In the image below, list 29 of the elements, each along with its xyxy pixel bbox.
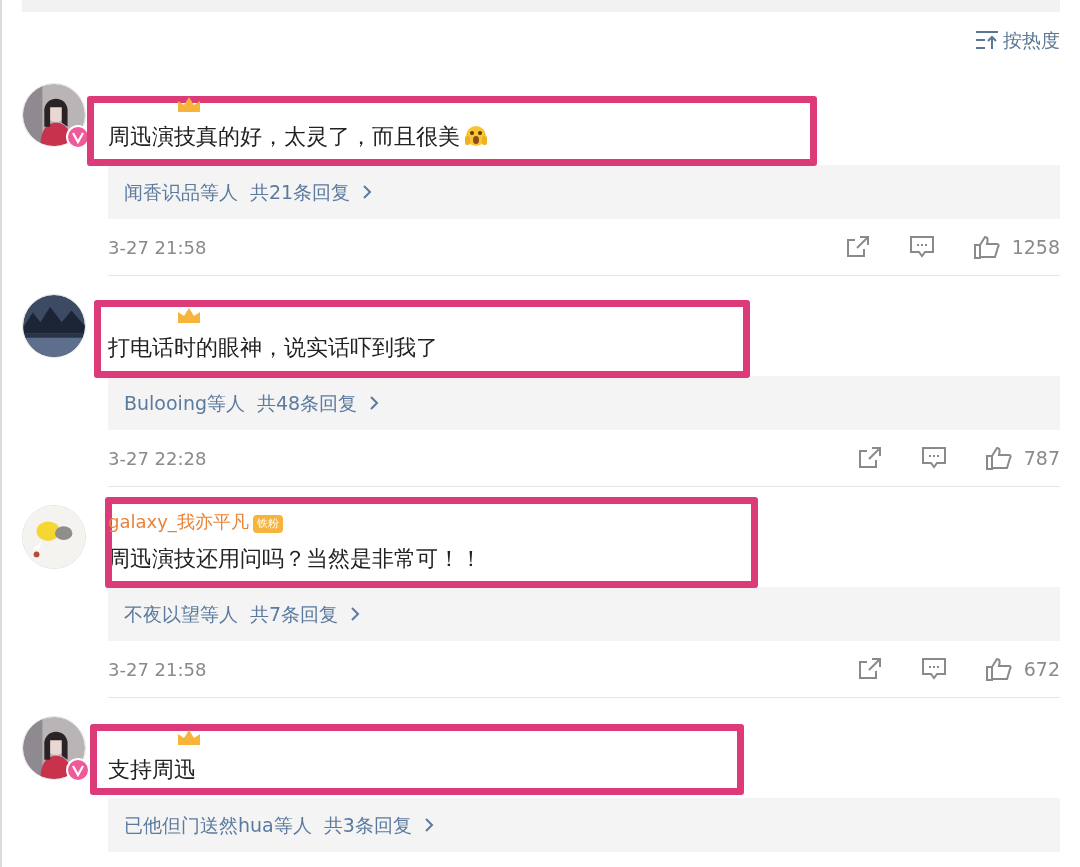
replies-link[interactable]: 闻香识品等人 共21条回复: [108, 165, 1060, 219]
comment-text: 打电话时的眼神，说实话吓到我了: [108, 333, 438, 362]
thumbs-up-icon: [985, 657, 1012, 681]
replies-link[interactable]: 已他但门送然hua等人 共3条回复: [108, 798, 1060, 852]
thumbs-up-icon: [985, 446, 1012, 470]
chevron-right-icon: [423, 817, 434, 833]
share-icon[interactable]: [845, 236, 870, 258]
chevron-right-icon: [369, 395, 380, 411]
share-icon[interactable]: [857, 447, 882, 469]
like-button[interactable]: 1258: [973, 232, 1060, 262]
thumbs-up-icon: [973, 235, 1000, 259]
replies-link[interactable]: 不夜以望等人 共7条回复: [108, 587, 1060, 641]
replies-link[interactable]: Bulooing等人 共48条回复: [108, 376, 1060, 430]
comment-icon[interactable]: [909, 236, 934, 258]
share-icon[interactable]: [857, 658, 882, 680]
like-button[interactable]: 672: [985, 654, 1060, 684]
comment-time: 3-27 21:58: [108, 235, 208, 260]
like-button[interactable]: 787: [985, 443, 1060, 473]
sort-icon: [975, 29, 999, 51]
chevron-right-icon: [350, 606, 361, 622]
comment-text: 支持周迅: [108, 755, 196, 784]
comment-icon[interactable]: [921, 447, 946, 469]
sort-button[interactable]: 按热度: [975, 25, 1060, 55]
comment-time: 3-27 21:58: [108, 657, 208, 682]
comment-icon[interactable]: [921, 658, 946, 680]
chevron-right-icon: [362, 184, 373, 200]
fan-badge: 铁粉: [252, 515, 283, 533]
comment-text: 周迅演技真的好，太灵了，而且很美: [108, 122, 460, 151]
comment-time: 3-27 22:28: [108, 446, 208, 471]
